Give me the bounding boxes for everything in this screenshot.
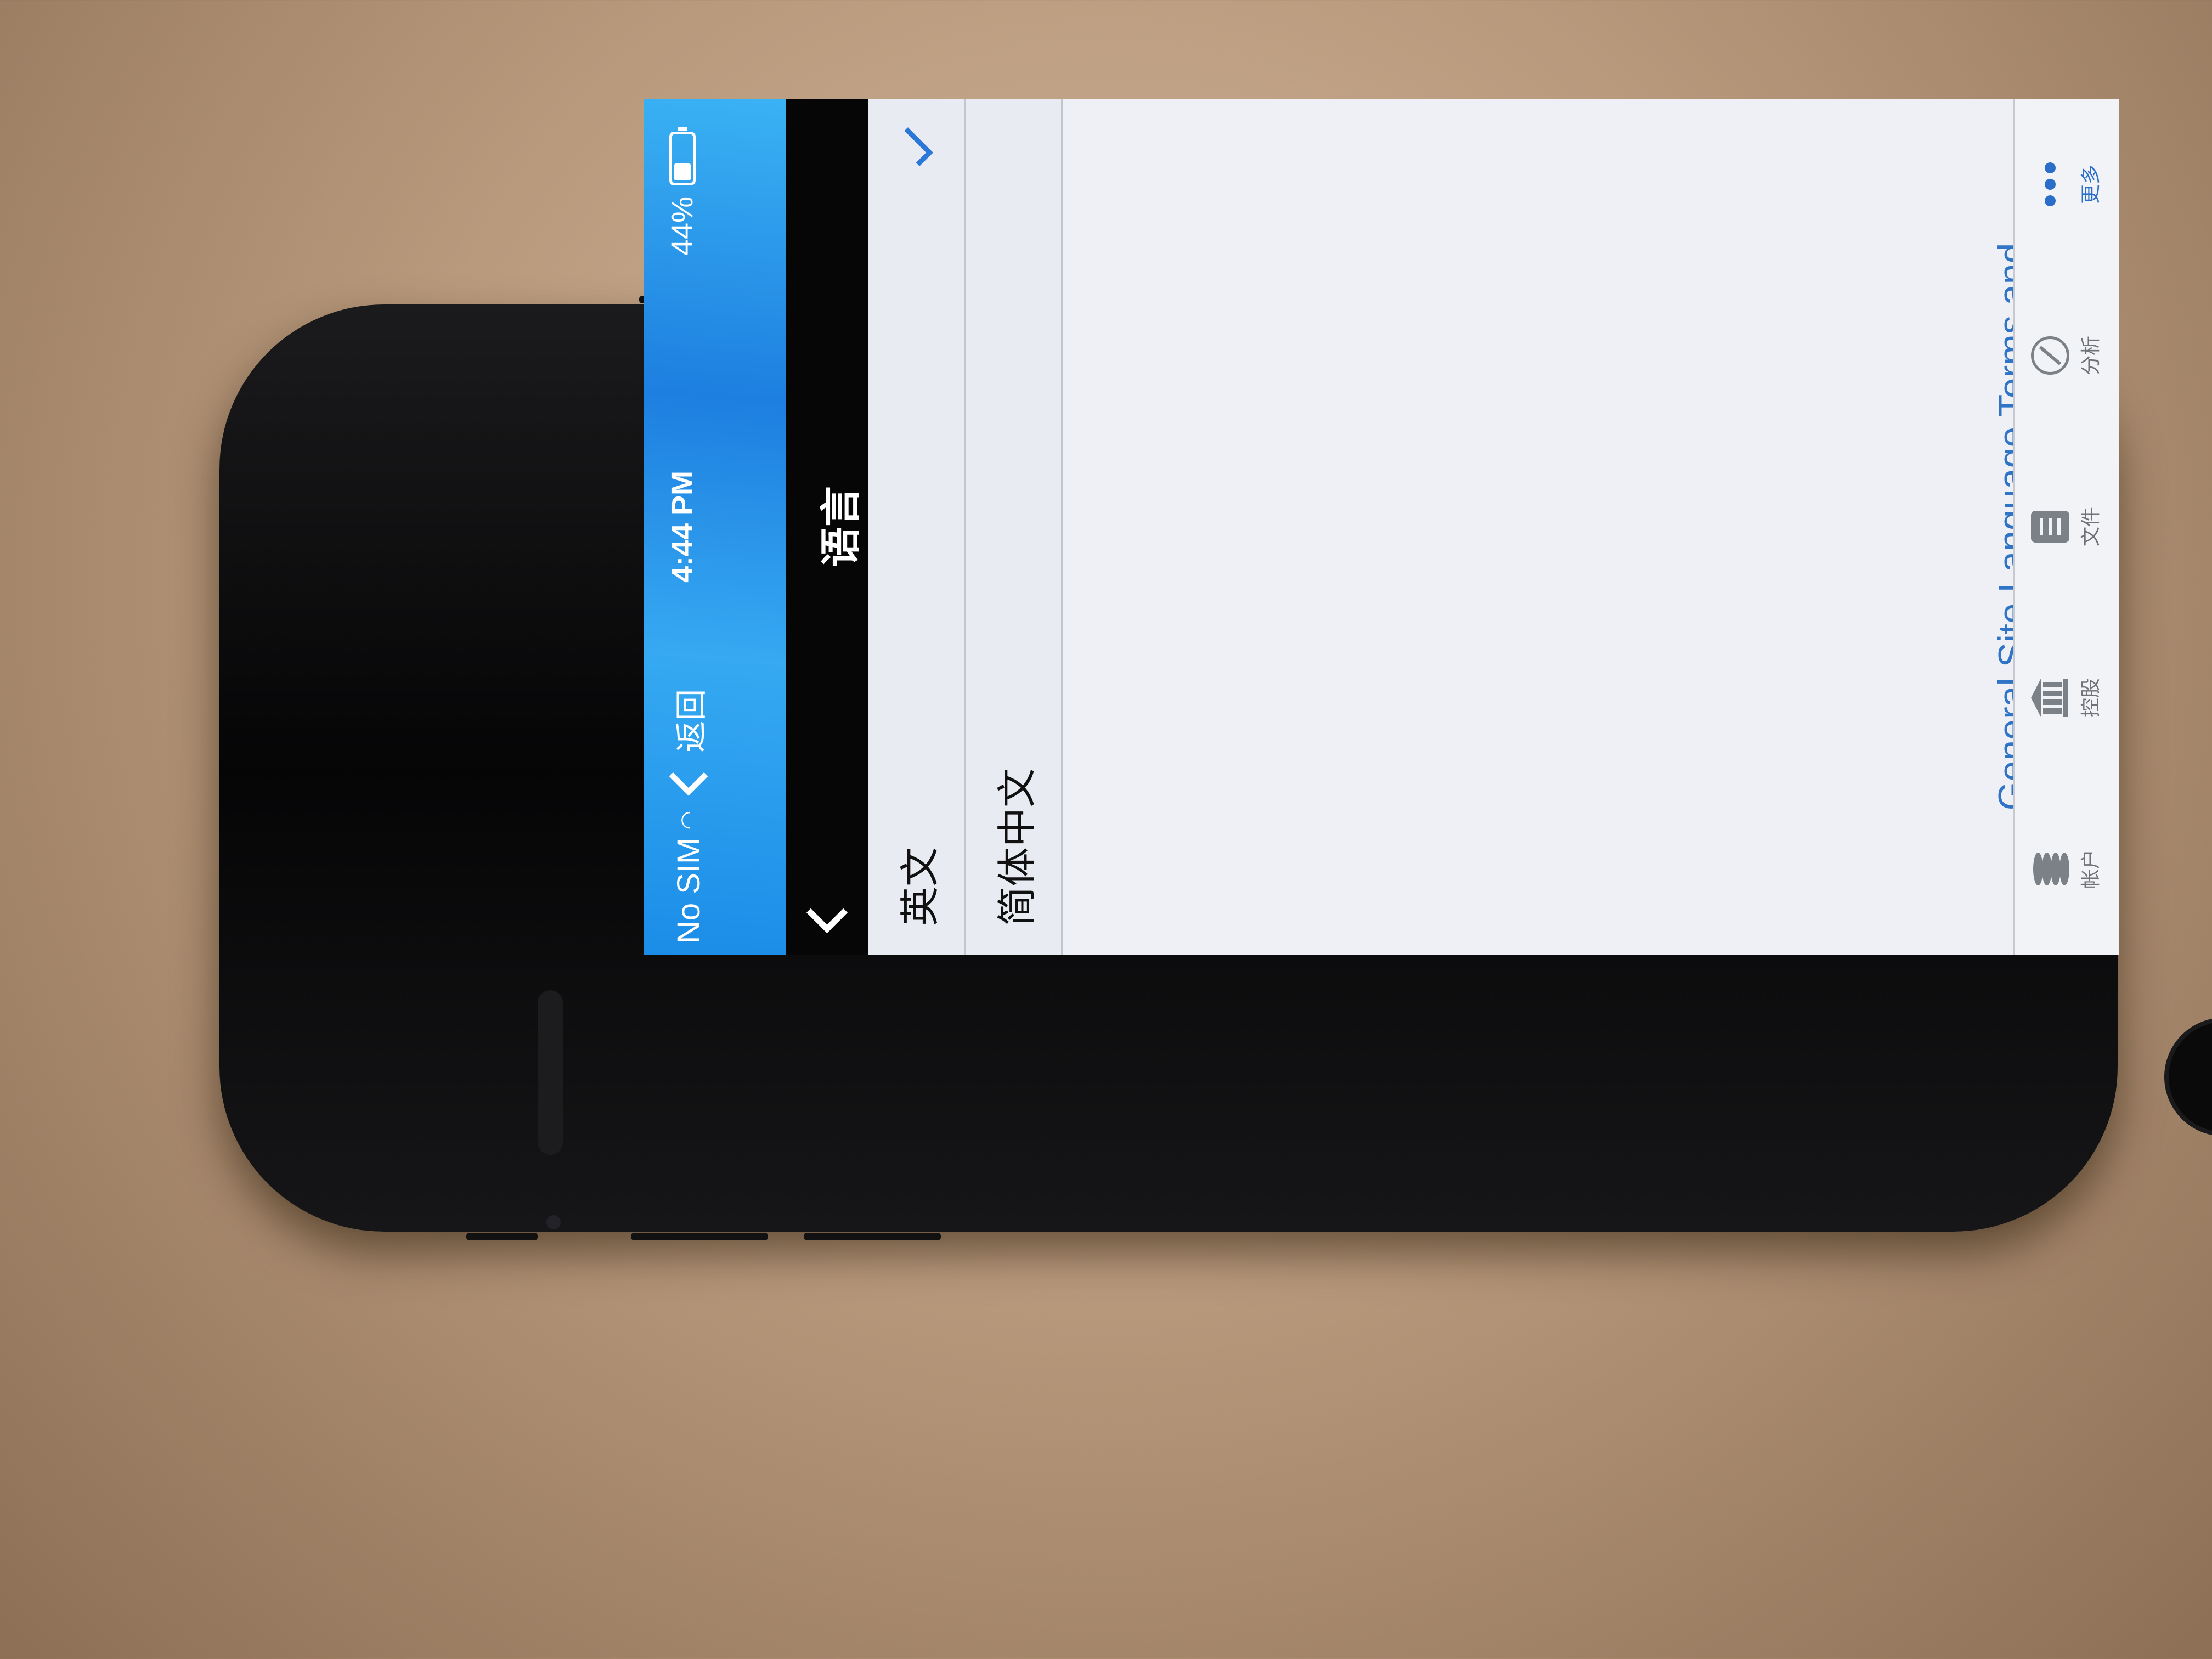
tab-label: 更多 bbox=[2079, 165, 2102, 205]
home-button[interactable] bbox=[2164, 1018, 2212, 1136]
tab-label: 分析 bbox=[2079, 336, 2102, 376]
front-camera bbox=[546, 1215, 561, 1229]
navigation-bar: 语言 bbox=[786, 99, 868, 955]
earpiece-speaker bbox=[538, 990, 563, 1155]
tab-analysis[interactable]: 分析 bbox=[2015, 270, 2119, 441]
tab-label: 帐户 bbox=[2079, 849, 2102, 889]
language-label: 英文 bbox=[898, 847, 943, 926]
page-title: 语言 bbox=[818, 486, 864, 567]
tab-holdings[interactable]: 控股 bbox=[2015, 612, 2119, 783]
volume-down-button bbox=[631, 1233, 768, 1240]
checkmark-icon bbox=[894, 127, 933, 166]
tab-label: 文件 bbox=[2079, 507, 2102, 547]
tab-accounts[interactable]: 帐户 bbox=[2015, 783, 2119, 955]
battery-level-fill bbox=[674, 163, 691, 180]
battery-percent: 44% bbox=[666, 196, 699, 256]
tab-documents[interactable]: 文件 bbox=[2015, 441, 2119, 612]
language-option-english[interactable]: 英文 bbox=[868, 99, 966, 955]
volume-up-button bbox=[804, 1233, 941, 1240]
language-label: 简体中文 bbox=[995, 768, 1040, 926]
language-list: 英文 简体中文 bbox=[868, 99, 1063, 955]
bank-icon bbox=[2031, 679, 2069, 717]
coins-icon bbox=[2031, 850, 2069, 888]
tab-more[interactable]: 更多 bbox=[2015, 99, 2119, 270]
status-right: 44% bbox=[665, 127, 699, 256]
document-icon bbox=[2031, 511, 2069, 543]
phone-screen: No SIM ◠ 返回 4:44 PM 44% 语言 英文 简体中文 Gener… bbox=[644, 99, 2119, 955]
battery-tip bbox=[678, 127, 687, 131]
status-bar: No SIM ◠ 返回 4:44 PM 44% bbox=[644, 99, 786, 955]
volume-mute-switch bbox=[466, 1233, 538, 1240]
more-icon bbox=[2031, 162, 2069, 206]
battery-icon bbox=[669, 127, 696, 185]
language-option-simplified-chinese[interactable]: 简体中文 bbox=[966, 99, 1063, 955]
tab-bar: 帐户 控股 文件 分析 更多 bbox=[2013, 99, 2119, 955]
tab-label: 控股 bbox=[2079, 678, 2102, 718]
phone-device: No SIM ◠ 返回 4:44 PM 44% 语言 英文 简体中文 Gener… bbox=[219, 99, 2212, 1240]
compass-icon bbox=[2031, 336, 2069, 375]
